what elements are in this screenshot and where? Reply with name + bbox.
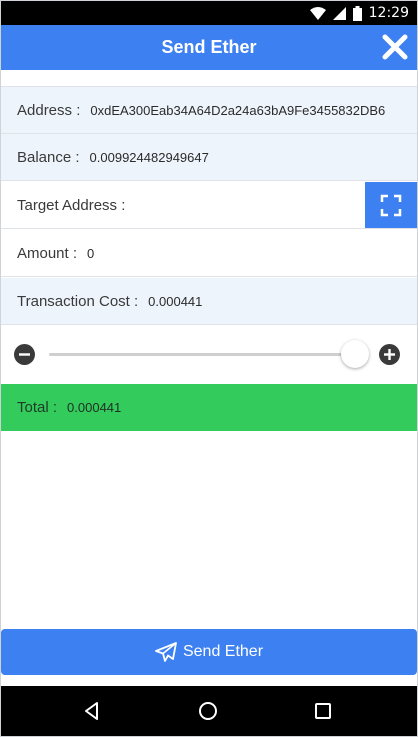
paper-plane-icon [155, 642, 177, 662]
scan-icon [380, 194, 402, 217]
scan-qr-button[interactable] [365, 182, 417, 228]
wifi-icon [309, 6, 326, 20]
fee-slider [1, 326, 417, 384]
plus-icon [379, 344, 400, 365]
amount-row: Amount : [1, 230, 417, 277]
total-value: 0.000441 [67, 400, 122, 415]
minus-icon [14, 344, 35, 365]
navigation-bar [1, 686, 417, 736]
back-button[interactable] [79, 698, 105, 724]
increase-fee-button[interactable] [379, 344, 400, 365]
app-header: Send Ether [1, 25, 417, 70]
decrease-fee-button[interactable] [14, 344, 35, 365]
close-icon [382, 34, 408, 60]
page-title: Send Ether [161, 37, 257, 57]
status-bar: 12:29 [1, 1, 417, 25]
back-icon [85, 702, 98, 720]
balance-value: 0.009924482949647 [89, 149, 209, 165]
fee-slider-track[interactable] [49, 353, 355, 356]
transaction-cost-value: 0.000441 [148, 293, 203, 309]
amount-input[interactable] [87, 245, 417, 261]
target-address-row: Target Address : [1, 182, 417, 229]
balance-label: Balance : [17, 148, 80, 166]
recents-icon [315, 703, 331, 719]
total-label: Total : [17, 399, 58, 416]
header-spacer [1, 70, 417, 87]
address-row: Address : 0xdEA300Eab34A64D2a24a63bA9Fe3… [1, 87, 417, 134]
balance-row: Balance : 0.009924482949647 [1, 134, 417, 181]
battery-icon [352, 5, 362, 21]
send-ether-button[interactable]: Send Ether [1, 629, 417, 675]
fee-slider-thumb[interactable] [341, 340, 369, 368]
status-time: 12:29 [368, 5, 409, 21]
signal-icon [332, 6, 346, 20]
close-button[interactable] [379, 31, 411, 63]
amount-label: Amount : [17, 244, 78, 262]
transaction-cost-label: Transaction Cost : [17, 292, 139, 310]
status-icons: 12:29 [309, 4, 409, 22]
target-address-label: Target Address : [17, 196, 126, 214]
app-frame: 12:29 Send Ether Address : 0xdEA300Eab34… [0, 0, 418, 737]
home-button[interactable] [195, 698, 221, 724]
total-row: Total : 0.000441 [1, 384, 417, 431]
send-ether-label: Send Ether [182, 643, 264, 660]
address-label: Address : [17, 101, 81, 119]
address-value: 0xdEA300Eab34A64D2a24a63bA9Fe3455832DB6 [90, 102, 386, 118]
recents-button[interactable] [310, 698, 336, 724]
home-icon [199, 702, 217, 720]
transaction-cost-row: Transaction Cost : 0.000441 [1, 278, 417, 325]
